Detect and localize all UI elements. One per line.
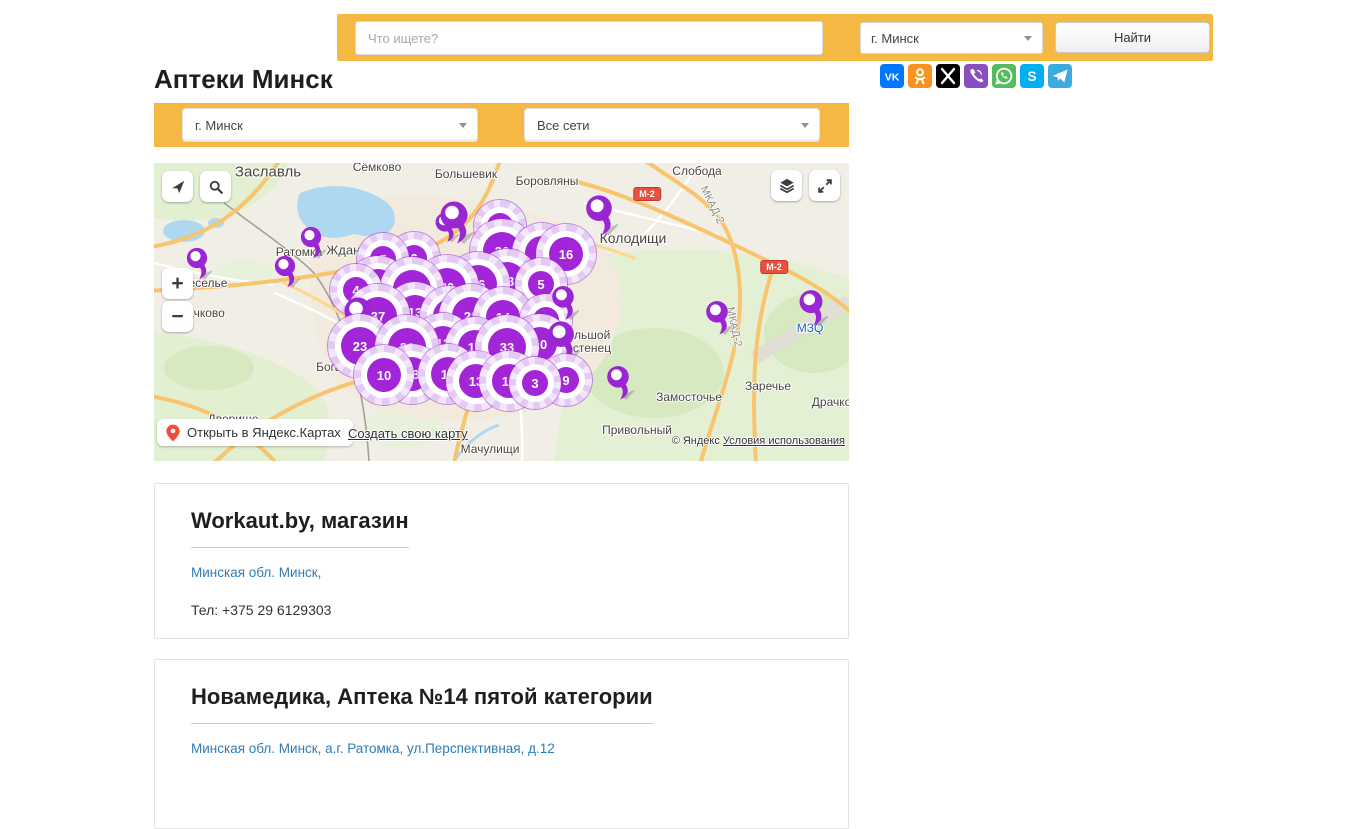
search-icon [206,177,226,197]
network-filter-select[interactable]: Все сети [524,108,820,142]
pharmacy-card-address-link[interactable]: Минская обл. Минск, а.г. Ратомка, ул.Пер… [191,741,812,756]
map-place-label: Сёмково [353,163,402,174]
odnoklassniki-share-icon[interactable] [908,64,932,88]
geolocation-button[interactable] [162,171,193,202]
map-place-label: Мачулищи [461,442,520,456]
map-pin-marker[interactable] [701,299,733,342]
map-place-label: Большевик [435,167,497,181]
map-place-label: Драчково [812,395,849,409]
map-pin-marker[interactable] [794,288,828,334]
whatsapp-share-icon[interactable] [992,64,1016,88]
fullscreen-button[interactable] [809,170,840,201]
road-badge: М-2 [760,260,788,274]
social-share-row: VK S [880,64,1072,88]
map-pin-marker[interactable] [602,364,634,407]
svg-text:S: S [1027,69,1036,84]
chevron-down-icon [459,123,467,128]
zoom-out-button[interactable]: − [162,301,193,332]
open-in-yandex-maps-label: Открыть в Яндекс.Картах [187,425,341,440]
layers-icon [777,176,797,196]
pharmacy-card: Новамедика, Аптека №14 пятой категории М… [154,659,849,829]
filter-bar: г. Минск Все сети [154,103,849,147]
cluster-count: 3 [522,370,548,396]
map-copyright: © Яндекс Условия использования [672,435,845,447]
map-markers[interactable]: + − Открыть в Яндекс.Картах Создать свою… [154,163,849,461]
telegram-share-icon[interactable] [1048,64,1072,88]
cluster-count: 10 [367,358,401,392]
map-place-label: Привольный [602,423,672,437]
open-in-yandex-maps-button[interactable]: Открыть в Яндекс.Картах [157,419,353,446]
map-pin-marker[interactable] [434,199,474,252]
fullscreen-icon [815,176,835,196]
chevron-down-icon [801,123,809,128]
skype-share-icon[interactable]: S [1020,64,1044,88]
vk-share-icon[interactable]: VK [880,64,904,88]
pharmacy-card-address-link[interactable]: Минская обл. Минск, [191,565,812,580]
page: { "header": { "search_placeholder": "Что… [0,0,1366,768]
search-input[interactable] [355,21,823,55]
create-own-map-link[interactable]: Создать свою карту [348,426,468,441]
find-button[interactable]: Найти [1055,22,1210,53]
pharmacy-card: Workaut.by, магазин Минская обл. Минск, … [154,483,849,639]
map-cluster-marker[interactable]: 10 [354,345,414,405]
map-place-label: Боровляны [516,174,579,188]
map-pin-marker[interactable] [296,225,326,266]
city-filter-value: г. Минск [195,118,243,133]
pharmacy-card-title: Новамедика, Аптека №14 пятой категории [191,684,653,724]
pharmacy-card-title: Workaut.by, магазин [191,508,409,548]
viber-share-icon[interactable] [964,64,988,88]
network-filter-value: Все сети [537,118,590,133]
svg-text:VK: VK [885,72,900,84]
map-place-label: Заславль [235,164,301,181]
chevron-down-icon [1024,36,1032,41]
x-twitter-share-icon[interactable] [936,64,960,88]
map-place-label: Заречье [745,379,791,393]
map-pin-marker[interactable] [270,254,300,295]
terms-of-use-link[interactable]: Условия использования [723,435,845,447]
map-cluster-marker[interactable]: 3 [509,357,561,409]
map-pin-marker[interactable] [182,246,212,287]
pharmacy-card-phone: Тел: +375 29 6129303 [191,602,812,618]
search-panel: г. Минск Найти [337,14,1213,61]
city-select-header-value: г. Минск [871,31,919,46]
minus-icon: − [171,306,183,327]
city-filter-select[interactable]: г. Минск [182,108,478,142]
yandex-pin-icon [165,423,181,443]
geolocation-icon [168,177,188,197]
map-place-label: Слобода [672,164,721,178]
map-place-label: Замосточье [656,390,722,404]
road-badge: М-2 [633,187,661,201]
map-search-button[interactable] [200,171,231,202]
city-select-header[interactable]: г. Минск [860,22,1043,54]
layers-button[interactable] [771,170,802,201]
yandex-copyright-text: © Яндекс [672,435,723,447]
page-title: Аптеки Минск [154,64,333,95]
